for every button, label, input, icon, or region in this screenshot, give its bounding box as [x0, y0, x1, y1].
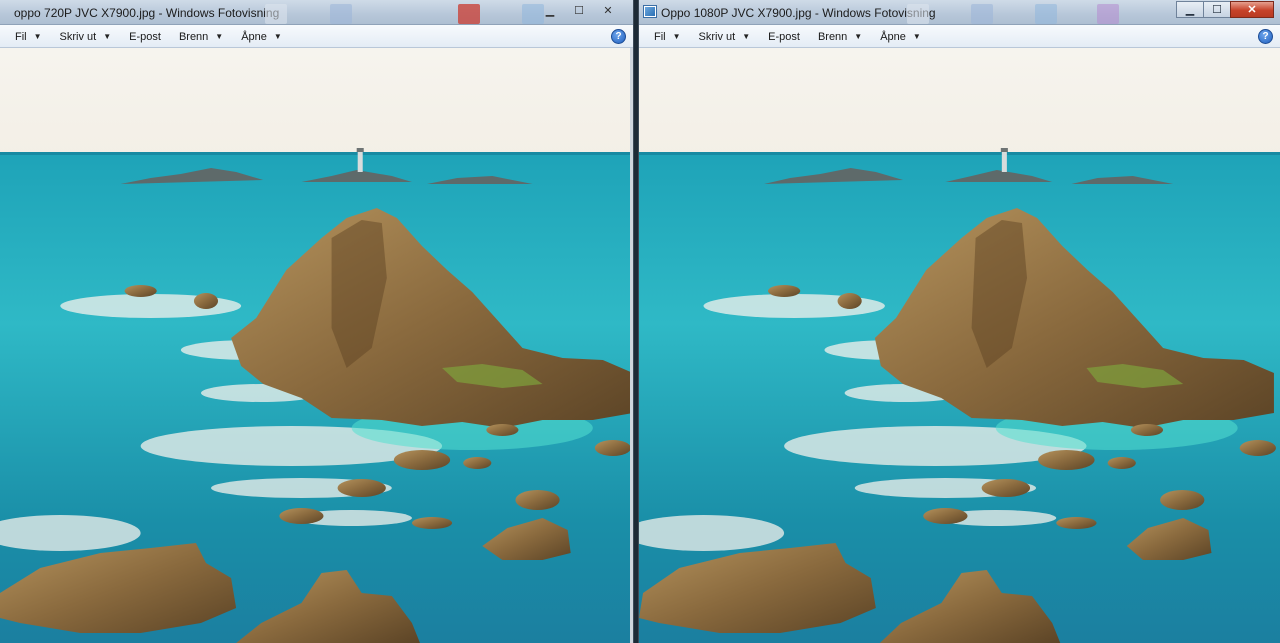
seascape-photo	[639, 48, 1280, 643]
small-rock	[486, 424, 519, 436]
menu-item-åpne[interactable]: Åpne ▼	[871, 25, 930, 48]
close-button[interactable]: ✕	[593, 2, 623, 19]
menu-item-brenn[interactable]: Brenn ▼	[809, 25, 871, 48]
maximize-button[interactable]: ☐	[1203, 1, 1231, 18]
chevron-down-icon: ▼	[33, 32, 42, 41]
caption-buttons: ▁ ☐ ✕	[536, 2, 623, 20]
lighthouse-lamp	[356, 148, 364, 152]
seascape-photo	[0, 48, 633, 643]
menu-item-label: Brenn	[817, 30, 848, 43]
help-icon[interactable]: ?	[1258, 29, 1273, 44]
small-rock	[768, 285, 801, 297]
menu-item-brenn[interactable]: Brenn ▼	[170, 25, 232, 48]
chevron-down-icon: ▼	[854, 32, 863, 41]
small-rock	[337, 479, 386, 497]
caption-buttons: ▁ ☐ ✕	[1176, 1, 1274, 19]
menu-item-label: Brenn	[178, 30, 209, 43]
command-bar: Fil ▼ Skriv ut ▼ E-post Brenn ▼ Åpne ▼ ?	[0, 25, 633, 48]
menu-item-åpne[interactable]: Åpne ▼	[232, 25, 291, 48]
chevron-down-icon: ▼	[273, 32, 282, 41]
window-title: oppo 720P JVC X7900.jpg - Windows Fotovi…	[14, 6, 280, 20]
small-rock	[1239, 440, 1276, 456]
menu-items: Fil ▼ Skriv ut ▼ E-post Brenn ▼ Åpne ▼	[645, 25, 930, 48]
chevron-down-icon: ▼	[215, 32, 224, 41]
thumbnail-icon	[1035, 4, 1057, 24]
horizon	[639, 152, 1280, 155]
menu-item-skriv-ut[interactable]: Skriv ut ▼	[690, 25, 760, 48]
menu-item-label: Skriv ut	[59, 30, 97, 43]
small-rock	[1130, 424, 1164, 436]
menu-item-label: Fil	[15, 30, 27, 43]
menu-item-skriv-ut[interactable]: Skriv ut ▼	[51, 25, 121, 48]
menu-item-label: Skriv ut	[698, 30, 736, 43]
help-icon[interactable]: ?	[611, 29, 626, 44]
photo-viewer-window-1080p: Oppo 1080P JVC X7900.jpg - Windows Fotov…	[638, 0, 1280, 643]
small-rock	[463, 457, 492, 469]
lighthouse	[357, 150, 363, 172]
sky	[0, 48, 633, 158]
small-rock	[1056, 517, 1097, 529]
small-rock	[393, 450, 451, 470]
sky	[639, 48, 1280, 158]
menu-item-label: E-post	[129, 30, 161, 43]
menu-item-e-post[interactable]: E-post	[120, 25, 170, 48]
menu-item-label: Åpne	[241, 30, 267, 43]
thumbnail-icon	[458, 4, 480, 24]
small-rock	[1107, 457, 1136, 469]
chevron-down-icon: ▼	[912, 32, 921, 41]
menu-items: Fil ▼ Skriv ut ▼ E-post Brenn ▼ Åpne ▼	[6, 25, 291, 48]
thumbnail-icon	[971, 4, 993, 24]
lighthouse-lamp	[1000, 148, 1008, 152]
small-rock	[515, 490, 560, 510]
photo-view	[0, 48, 633, 643]
small-rock	[124, 285, 157, 297]
window-title: Oppo 1080P JVC X7900.jpg - Windows Fotov…	[661, 6, 936, 20]
menu-item-label: E-post	[768, 30, 800, 43]
minimize-button[interactable]: ▁	[1176, 1, 1204, 18]
menu-item-label: Fil	[654, 30, 666, 43]
menu-item-e-post[interactable]: E-post	[759, 25, 809, 48]
small-rock	[837, 293, 862, 309]
thumbnail-icon	[907, 4, 929, 24]
maximize-button[interactable]: ☐	[564, 2, 594, 19]
thumbnail-icon	[1097, 4, 1119, 24]
horizon	[0, 152, 633, 155]
small-rock	[279, 508, 324, 524]
photo-viewer-window-720p: oppo 720P JVC X7900.jpg - Windows Fotovi…	[0, 0, 634, 643]
thumbnail-icon	[330, 4, 352, 24]
menu-item-fil[interactable]: Fil ▼	[645, 25, 690, 48]
chevron-down-icon: ▼	[742, 32, 751, 41]
thumbnail-icon	[265, 4, 287, 24]
small-rock	[594, 440, 631, 456]
small-rock	[1038, 450, 1095, 470]
photo-view	[639, 48, 1280, 643]
lighthouse	[1001, 150, 1007, 172]
menu-item-fil[interactable]: Fil ▼	[6, 25, 51, 48]
small-rock	[411, 517, 453, 529]
title-bar[interactable]: Oppo 1080P JVC X7900.jpg - Windows Fotov…	[639, 0, 1280, 25]
small-rock	[923, 508, 968, 524]
menu-item-label: Åpne	[880, 30, 906, 43]
command-bar: Fil ▼ Skriv ut ▼ E-post Brenn ▼ Åpne ▼ ?	[639, 25, 1280, 48]
title-bar[interactable]: oppo 720P JVC X7900.jpg - Windows Fotovi…	[0, 0, 633, 25]
small-rock	[193, 293, 219, 309]
minimize-button[interactable]: ▁	[535, 2, 565, 19]
chevron-down-icon: ▼	[672, 32, 681, 41]
small-rock	[981, 479, 1031, 497]
photo-viewer-icon	[644, 6, 656, 17]
window-edge	[630, 48, 633, 643]
chevron-down-icon: ▼	[103, 32, 112, 41]
close-button[interactable]: ✕	[1230, 1, 1274, 18]
small-rock	[1160, 490, 1205, 510]
